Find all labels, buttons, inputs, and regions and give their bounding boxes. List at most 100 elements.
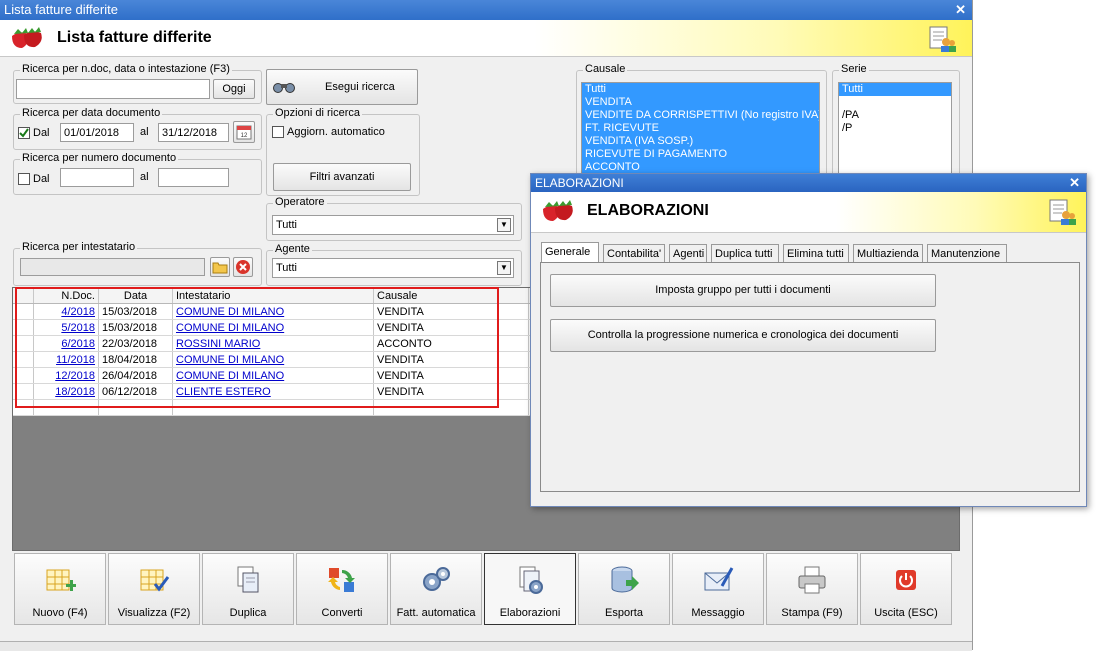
list-item[interactable]: RICEVUTE DI PAGAMENTO	[582, 148, 819, 161]
number-search-legend: Ricerca per numero documento	[20, 152, 179, 164]
print-button[interactable]: Stampa (F9)	[766, 553, 858, 625]
intestatario-legend: Ricerca per intestatario	[20, 241, 138, 253]
close-icon[interactable]: ✕	[1069, 174, 1080, 192]
tab-elimina-tutti[interactable]: Elimina tutti	[783, 244, 849, 263]
search-input[interactable]	[16, 79, 210, 99]
strawberry-logo-icon	[543, 200, 573, 221]
duplicate-button[interactable]: Duplica	[202, 553, 294, 625]
envelope-icon	[704, 567, 734, 591]
document-gear-icon	[519, 566, 543, 594]
tab-manutenzione[interactable]: Manutenzione	[927, 244, 1007, 263]
calendar-button[interactable]: 12	[233, 121, 255, 143]
number-from-field[interactable]	[60, 168, 134, 187]
list-item[interactable]: Tutti	[582, 83, 819, 96]
today-button[interactable]: Oggi	[213, 79, 255, 99]
highlight-box	[15, 287, 499, 408]
date-to-label: al	[140, 126, 149, 138]
list-item[interactable]: VENDITE DA CORRISPETTIVI (No registro IV…	[582, 109, 819, 122]
dialog-header-band: ELABORAZIONI	[531, 192, 1086, 233]
message-button[interactable]: Messaggio	[672, 553, 764, 625]
clear-intestatario-button[interactable]	[233, 257, 253, 277]
serie-legend: Serie	[839, 63, 869, 75]
chevron-down-icon[interactable]: ▼	[497, 261, 511, 275]
view-button[interactable]: Visualizza (F2)	[108, 553, 200, 625]
advanced-filters-button[interactable]: Filtri avanzati	[273, 163, 411, 191]
auto-invoice-button-label: Fatt. automatica	[396, 607, 476, 619]
list-item[interactable]: Tutti	[839, 83, 951, 96]
list-item[interactable]: VENDITA (IVA SOSP.)	[582, 135, 819, 148]
date-filter-checkbox[interactable]	[18, 127, 30, 139]
tab-multiazienda[interactable]: Multiazienda	[853, 244, 923, 263]
tab-contabilita[interactable]: Contabilita'	[603, 244, 665, 263]
exit-button-label: Uscita (ESC)	[874, 607, 938, 619]
set-group-all-docs-button[interactable]: Imposta gruppo per tutti i documenti	[550, 274, 936, 307]
tab-duplica-tutti[interactable]: Duplica tutti	[711, 244, 779, 263]
date-from-field[interactable]: 01/01/2018	[60, 123, 134, 142]
close-icon[interactable]: ✕	[955, 0, 966, 20]
view-grid-icon	[140, 569, 170, 592]
search-text-legend: Ricerca per n.doc, data o intestazione (…	[20, 63, 232, 75]
serie-list[interactable]: Tutti /PA /P	[838, 82, 952, 174]
convert-button[interactable]: Converti	[296, 553, 388, 625]
number-to-label: al	[140, 171, 149, 183]
list-item[interactable]: /PA	[839, 109, 951, 122]
run-search-label: Esegui ricerca	[325, 81, 395, 93]
search-options-legend: Opzioni di ricerca	[273, 107, 362, 119]
folder-icon	[212, 262, 228, 274]
processing-dialog: ELABORAZIONI ✕ ELABORAZIONI Generale Con…	[530, 173, 1087, 507]
agente-legend: Agente	[273, 243, 312, 255]
operatore-legend: Operatore	[273, 196, 327, 208]
view-button-label: Visualizza (F2)	[117, 607, 191, 619]
main-titlebar: Lista fatture differite ✕	[0, 0, 972, 20]
users-report-icon[interactable]	[928, 25, 956, 53]
main-header-band: Lista fatture differite	[0, 20, 972, 57]
duplicate-icon	[237, 566, 259, 593]
number-from-label: Dal	[33, 173, 50, 185]
message-button-label: Messaggio	[691, 607, 745, 619]
auto-update-checkbox[interactable]	[272, 126, 284, 138]
strawberry-logo-icon	[12, 27, 42, 48]
delete-icon	[236, 260, 250, 274]
run-search-button[interactable]: Esegui ricerca	[266, 69, 418, 105]
list-item[interactable]	[839, 96, 951, 109]
chevron-down-icon[interactable]: ▼	[497, 218, 511, 232]
intestatario-field[interactable]	[20, 258, 205, 276]
check-numbering-button[interactable]: Controlla la progressione numerica e cro…	[550, 319, 936, 352]
agente-select[interactable]: Tutti ▼	[272, 258, 514, 278]
export-button-label: Esporta	[605, 607, 643, 619]
number-filter-checkbox[interactable]	[18, 173, 30, 185]
processing-button-label: Elaborazioni	[499, 607, 561, 619]
list-item[interactable]: FT. RICEVUTE	[582, 122, 819, 135]
processing-button[interactable]: Elaborazioni	[484, 553, 576, 625]
date-search-legend: Ricerca per data documento	[20, 107, 163, 119]
tab-generale[interactable]: Generale	[541, 242, 599, 264]
exit-button[interactable]: Uscita (ESC)	[860, 553, 952, 625]
operatore-select[interactable]: Tutti ▼	[272, 215, 514, 235]
new-grid-icon	[46, 569, 76, 591]
causale-list[interactable]: Tutti VENDITA VENDITE DA CORRISPETTIVI (…	[581, 82, 820, 174]
list-item[interactable]: /P	[839, 122, 951, 135]
convert-button-label: Converti	[321, 607, 363, 619]
new-button-label: Nuovo (F4)	[32, 607, 88, 619]
tab-agenti[interactable]: Agenti	[669, 244, 707, 263]
duplicate-button-label: Duplica	[229, 607, 267, 619]
export-button[interactable]: Esporta	[578, 553, 670, 625]
generale-tab-panel: Imposta gruppo per tutti i documenti Con…	[540, 262, 1080, 492]
convert-icon	[328, 568, 355, 592]
new-button[interactable]: Nuovo (F4)	[14, 553, 106, 625]
main-window-title: Lista fatture differite	[4, 2, 118, 17]
checkmark-icon	[19, 128, 29, 138]
operatore-value: Tutti	[276, 219, 297, 231]
users-report-icon[interactable]	[1048, 198, 1076, 226]
auto-invoice-button[interactable]: Fatt. automatica	[390, 553, 482, 625]
list-item[interactable]: VENDITA	[582, 96, 819, 109]
printer-icon	[798, 566, 826, 594]
agente-value: Tutti	[276, 262, 297, 274]
dialog-title: ELABORAZIONI	[535, 176, 624, 190]
dialog-heading: ELABORAZIONI	[587, 202, 709, 219]
number-to-field[interactable]	[158, 168, 229, 187]
dialog-titlebar: ELABORAZIONI ✕	[531, 174, 1086, 192]
power-icon	[896, 570, 916, 590]
open-folder-button[interactable]	[210, 257, 230, 277]
date-to-field[interactable]: 31/12/2018	[158, 123, 229, 142]
